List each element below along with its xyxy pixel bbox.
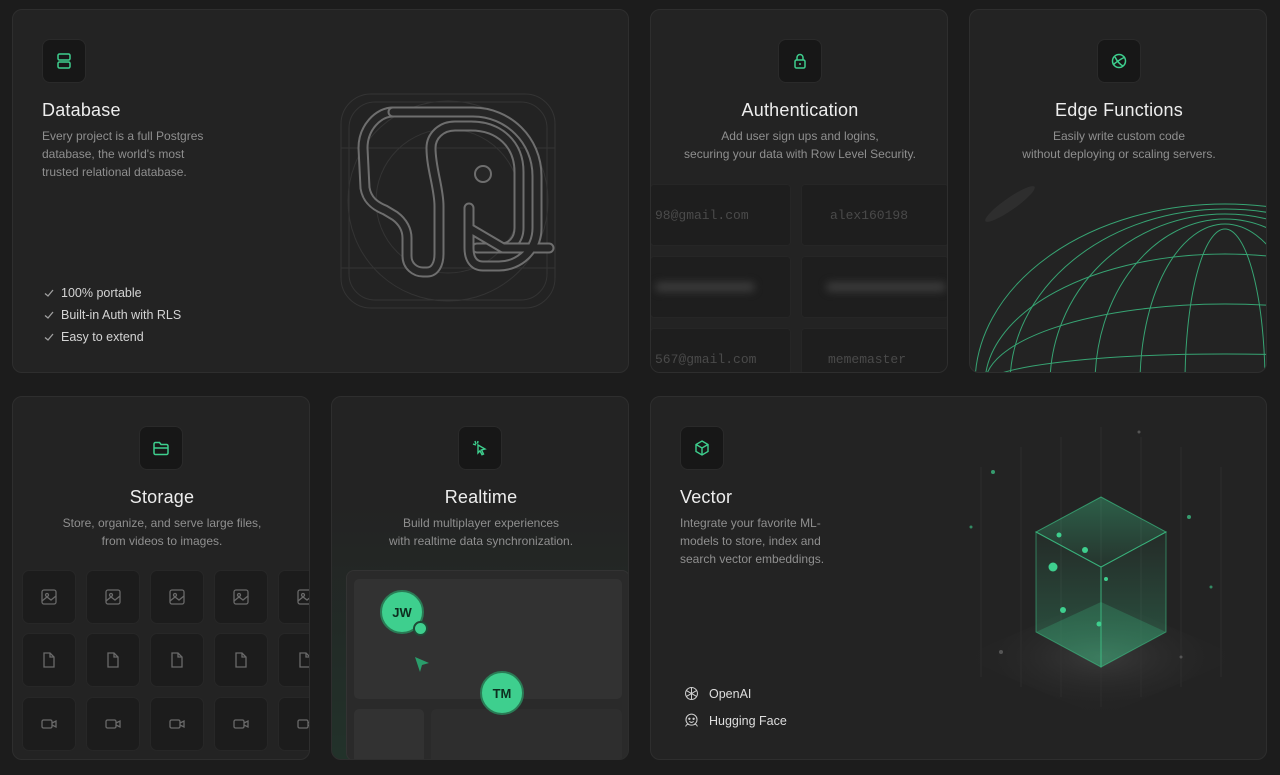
card-title: Vector bbox=[680, 487, 733, 507]
card-description: Easily write custom code without deployi… bbox=[1022, 129, 1216, 161]
folder-icon-box bbox=[139, 426, 183, 470]
image-icon bbox=[169, 589, 185, 605]
card-title: Storage bbox=[129, 487, 195, 507]
check-icon bbox=[44, 333, 54, 341]
file-icon bbox=[43, 652, 55, 668]
auth-username-cell: alex160198 bbox=[801, 184, 947, 246]
auth-email-cell: 98@gmail.com bbox=[651, 184, 791, 246]
card-title: Realtime bbox=[444, 487, 518, 507]
image-tile bbox=[150, 570, 204, 624]
file-icon bbox=[299, 652, 309, 668]
video-tile bbox=[214, 697, 268, 751]
hugging-face-icon bbox=[685, 713, 698, 727]
file-tile bbox=[214, 633, 268, 687]
user-avatar-tm: TM bbox=[480, 671, 524, 715]
auth-username-cell: mememaster bbox=[801, 328, 947, 372]
image-tile bbox=[278, 570, 309, 624]
cursor-icon bbox=[472, 440, 487, 456]
folder-icon bbox=[153, 441, 169, 456]
database-card[interactable]: Database Every project is a full Postgre… bbox=[12, 9, 629, 373]
globe-icon bbox=[1111, 53, 1127, 69]
canvas-panel bbox=[354, 709, 424, 759]
video-icon bbox=[41, 719, 57, 729]
canvas-panel bbox=[431, 709, 622, 759]
edge-functions-card[interactable]: Edge Functions Easily write custom code … bbox=[969, 9, 1267, 373]
image-tile bbox=[86, 570, 140, 624]
card-description: Every project is a full Postgres databas… bbox=[42, 129, 204, 179]
auth-username-cell bbox=[801, 256, 947, 318]
video-tile bbox=[86, 697, 140, 751]
globe-icon-box bbox=[1097, 39, 1141, 83]
image-icon bbox=[233, 589, 249, 605]
file-tile bbox=[150, 633, 204, 687]
file-tile bbox=[22, 633, 76, 687]
video-icon bbox=[105, 719, 121, 729]
card-description: Build multiplayer experiences with realt… bbox=[388, 516, 574, 548]
video-icon bbox=[297, 719, 309, 729]
check-icon bbox=[44, 311, 54, 319]
openai-icon bbox=[685, 687, 698, 700]
postgres-elephant-icon bbox=[340, 93, 556, 309]
vector-cube-illustration bbox=[961, 427, 1241, 717]
realtime-card[interactable]: Realtime Build multiplayer experiences w… bbox=[331, 396, 629, 760]
feature-item: 100% portable bbox=[43, 282, 181, 304]
image-icon bbox=[41, 589, 57, 605]
provider-hugging-face: Hugging Face bbox=[683, 712, 787, 729]
globe-illustration bbox=[975, 186, 1266, 372]
file-tile bbox=[86, 633, 140, 687]
provider-label: OpenAI bbox=[709, 686, 752, 701]
file-icon bbox=[171, 652, 183, 668]
feature-item: Easy to extend bbox=[43, 326, 181, 348]
card-description: Store, organize, and serve large files, … bbox=[62, 516, 262, 548]
video-tile bbox=[150, 697, 204, 751]
cursor-icon-box bbox=[458, 426, 502, 470]
database-icon bbox=[57, 53, 71, 69]
file-tile bbox=[278, 633, 309, 687]
card-title: Database bbox=[42, 100, 121, 120]
image-icon bbox=[297, 589, 309, 605]
image-icon bbox=[105, 589, 121, 605]
check-icon bbox=[44, 289, 54, 297]
cube-icon bbox=[695, 440, 709, 456]
auth-email-cell: 567@gmail.com bbox=[651, 328, 791, 372]
authentication-card[interactable]: Authentication Add user sign ups and log… bbox=[650, 9, 948, 373]
storage-card[interactable]: Storage Store, organize, and serve large… bbox=[12, 396, 310, 760]
auth-email-cell bbox=[651, 256, 791, 318]
image-tile bbox=[22, 570, 76, 624]
feature-list: 100% portable Built-in Auth with RLS Eas… bbox=[43, 282, 181, 348]
lock-icon-box bbox=[778, 39, 822, 83]
lock-icon bbox=[794, 53, 806, 69]
cube-icon-box bbox=[680, 426, 724, 470]
feature-item: Built-in Auth with RLS bbox=[43, 304, 181, 326]
collaborator-cursor-icon bbox=[415, 657, 429, 672]
file-icon bbox=[107, 652, 119, 668]
video-tile bbox=[278, 697, 309, 751]
card-description: Integrate your favorite ML- models to st… bbox=[680, 516, 825, 566]
video-icon bbox=[169, 719, 185, 729]
provider-openai: OpenAI bbox=[683, 685, 751, 702]
database-icon-box bbox=[42, 39, 86, 83]
image-tile bbox=[214, 570, 268, 624]
provider-label: Hugging Face bbox=[709, 713, 787, 728]
online-indicator bbox=[413, 621, 428, 636]
card-title: Edge Functions bbox=[1055, 100, 1183, 120]
video-icon bbox=[233, 719, 249, 729]
card-title: Authentication bbox=[741, 100, 859, 120]
card-description: Add user sign ups and logins, securing y… bbox=[684, 129, 916, 161]
video-tile bbox=[22, 697, 76, 751]
file-icon bbox=[235, 652, 247, 668]
vector-card[interactable]: Vector Integrate your favorite ML- model… bbox=[650, 396, 1267, 760]
